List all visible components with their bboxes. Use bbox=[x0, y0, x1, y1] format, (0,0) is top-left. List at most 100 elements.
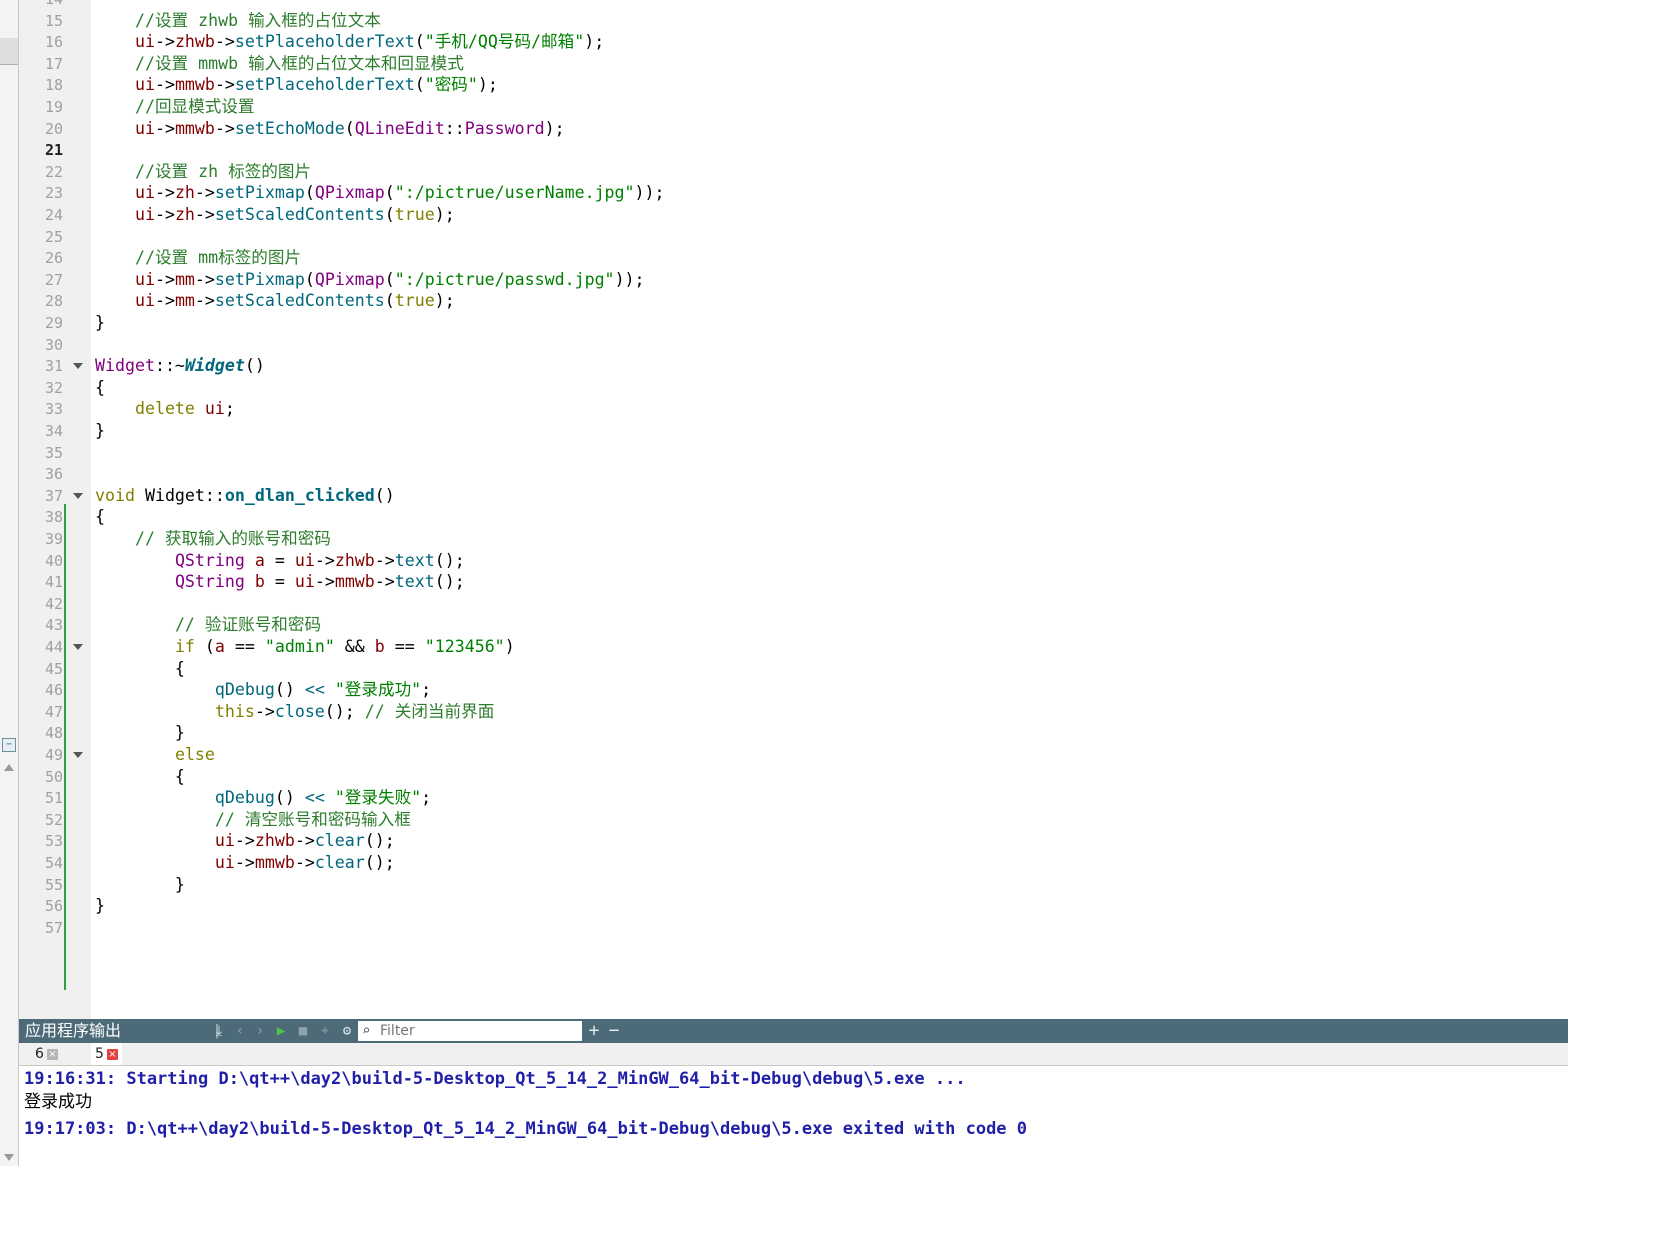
code-line[interactable]: 54 ui->mmwb->clear(); bbox=[19, 852, 1568, 874]
code-line[interactable]: 33 delete ui; bbox=[19, 398, 1568, 420]
line-number: 31 bbox=[44, 357, 63, 376]
line-number: 30 bbox=[44, 335, 63, 354]
line-number: 41 bbox=[44, 573, 63, 592]
code-line[interactable]: 49 else bbox=[19, 744, 1568, 766]
code-line[interactable]: 38 { bbox=[19, 506, 1568, 528]
code-line[interactable]: 40 QString a = ui->zhwb->text(); bbox=[19, 550, 1568, 572]
code-line[interactable]: 50 { bbox=[19, 766, 1568, 788]
code-line[interactable]: 47 this->close(); // 关闭当前界面 bbox=[19, 701, 1568, 723]
line-number: 43 bbox=[44, 616, 63, 635]
fold-arrow-icon[interactable] bbox=[73, 363, 83, 370]
filter-input[interactable] bbox=[380, 1021, 576, 1041]
code-text: } bbox=[95, 313, 105, 332]
line-number: 24 bbox=[44, 206, 63, 224]
code-line[interactable]: 31 Widget::~Widget() bbox=[19, 355, 1568, 377]
line-number: 49 bbox=[44, 746, 63, 764]
code-line[interactable]: 26 //设置 mm标签的图片 bbox=[19, 247, 1568, 269]
code-text: { bbox=[95, 766, 185, 786]
code-line[interactable]: 29} bbox=[19, 312, 1568, 334]
code-line[interactable]: 17 //设置 mmwb 输入框的占位文本和回显模式 bbox=[19, 53, 1568, 75]
code-line[interactable]: 53 ui->zhwb->clear(); bbox=[19, 830, 1568, 852]
attach-icon[interactable]: ⤓ bbox=[209, 1019, 229, 1043]
code-text: ui->mmwb->clear(); bbox=[214, 853, 395, 872]
code-line[interactable]: 22 //设置 zh 标签的图片 bbox=[19, 161, 1568, 183]
code-line[interactable]: 21 bbox=[19, 139, 1568, 161]
code-line[interactable]: 39 // 获取输入的账号和密码 bbox=[19, 528, 1568, 550]
fold-arrow-icon[interactable] bbox=[73, 644, 83, 650]
code-text: ui->mm->setScaledContents(true); bbox=[134, 291, 455, 311]
run-icon[interactable]: ▶ bbox=[271, 1019, 291, 1043]
output-tabs: 6 × 5 × bbox=[19, 1043, 1568, 1066]
code-line[interactable]: 18 ui->mmwb->setPlaceholderText("密码"); bbox=[19, 74, 1568, 96]
code-line[interactable]: 20 ui->mmwb->setEchoMode(QLineEdit::Pass… bbox=[19, 118, 1568, 140]
line-number: 15 bbox=[44, 11, 63, 30]
add-output-button[interactable]: + bbox=[585, 1019, 603, 1043]
previous-item-icon[interactable]: ‹ bbox=[231, 1019, 249, 1043]
code-line[interactable]: 57 bbox=[19, 917, 1568, 939]
code-line[interactable]: 32 { bbox=[19, 377, 1568, 399]
code-text: ui->zh->setScaledContents(true); bbox=[134, 205, 455, 224]
output-line: 19:16:31: Starting D:\qt++\day2\build-5-… bbox=[24, 1069, 966, 1089]
code-line[interactable]: 14 bbox=[19, 0, 1568, 10]
code-line[interactable]: 42 bbox=[19, 593, 1568, 615]
code-line[interactable]: 27 ui->mm->setPixmap(QPixmap(":/pictrue/… bbox=[19, 269, 1568, 291]
output-pane-toolbar: 应用程序输出 | ⤓ ‹ › ▶ ■ ⌖ ⚙ ⌕ + − bbox=[19, 1019, 1568, 1043]
settings-gear-icon[interactable]: ⚙ bbox=[337, 1019, 357, 1043]
line-number: 55 bbox=[44, 875, 63, 894]
tab-output-6[interactable]: 6 × bbox=[33, 1043, 60, 1065]
line-number: 26 bbox=[44, 249, 63, 268]
code-text: QString a = ui->zhwb->text(); bbox=[174, 550, 465, 570]
code-line[interactable]: 41 QString b = ui->mmwb->text(); bbox=[19, 571, 1568, 593]
code-line[interactable]: 15 //设置 zhwb 输入框的占位文本 bbox=[19, 10, 1568, 32]
code-text: } bbox=[95, 421, 105, 440]
code-line[interactable]: 55 } bbox=[19, 874, 1568, 896]
code-line[interactable]: 44 if (a == "admin" && b == "123456") bbox=[19, 636, 1568, 658]
code-text: // 获取输入的账号和密码 bbox=[134, 529, 331, 548]
line-number: 56 bbox=[44, 897, 63, 916]
filter-box[interactable]: ⌕ bbox=[358, 1021, 582, 1041]
code-editor[interactable]: 1415 //设置 zhwb 输入框的占位文本16 ui->zhwb->setP… bbox=[19, 0, 1568, 1019]
code-line[interactable]: 34} bbox=[19, 420, 1568, 442]
close-tab-icon[interactable]: × bbox=[46, 1048, 58, 1060]
next-item-icon[interactable]: › bbox=[251, 1019, 269, 1043]
code-line[interactable]: 52 // 清空账号和密码输入框 bbox=[19, 809, 1568, 831]
rail-scroll-handle[interactable] bbox=[0, 38, 18, 65]
close-tab-icon[interactable]: × bbox=[106, 1048, 118, 1060]
code-text: { bbox=[95, 377, 105, 397]
code-line[interactable]: 37 void Widget::on_dlan_clicked() bbox=[19, 485, 1568, 507]
scroll-down-arrow-icon[interactable] bbox=[4, 1154, 14, 1161]
output-line: 登录成功 bbox=[24, 1092, 92, 1112]
fold-arrow-icon[interactable] bbox=[73, 752, 83, 758]
code-line[interactable]: 24 ui->zh->setScaledContents(true); bbox=[19, 204, 1568, 226]
remove-output-button[interactable]: − bbox=[605, 1019, 623, 1043]
code-text: //设置 mmwb 输入框的占位文本和回显模式 bbox=[134, 53, 464, 73]
line-number: 16 bbox=[44, 33, 63, 52]
code-line[interactable]: 45 { bbox=[19, 658, 1568, 680]
application-output-text[interactable]: 19:16:31: Starting D:\qt++\day2\build-5-… bbox=[19, 1066, 1568, 1166]
code-line[interactable]: 43 // 验证账号和密码 bbox=[19, 614, 1568, 636]
code-text: ui->mmwb->setPlaceholderText("密码"); bbox=[134, 75, 498, 95]
line-number: 23 bbox=[44, 184, 63, 203]
line-number: 34 bbox=[44, 422, 63, 440]
debug-attach-icon[interactable]: ⌖ bbox=[315, 1019, 335, 1043]
line-number: 39 bbox=[44, 530, 63, 548]
code-line[interactable]: 46 qDebug() << "登录成功"; bbox=[19, 679, 1568, 701]
code-line[interactable]: 35 bbox=[19, 442, 1568, 464]
code-line[interactable]: 23 ui->zh->setPixmap(QPixmap(":/pictrue/… bbox=[19, 182, 1568, 204]
code-line[interactable]: 51 qDebug() << "登录失败"; bbox=[19, 787, 1568, 809]
collapse-pane-icon[interactable]: − bbox=[2, 738, 16, 752]
scroll-up-arrow-icon[interactable] bbox=[4, 764, 14, 771]
code-line[interactable]: 25 bbox=[19, 226, 1568, 248]
code-line[interactable]: 36 bbox=[19, 463, 1568, 485]
code-line[interactable]: 30 bbox=[19, 334, 1568, 356]
stop-icon[interactable]: ■ bbox=[293, 1019, 313, 1043]
code-text: Widget::~Widget() bbox=[95, 356, 265, 376]
code-line[interactable]: 28 ui->mm->setScaledContents(true); bbox=[19, 290, 1568, 312]
code-line[interactable]: 56} bbox=[19, 895, 1568, 917]
code-line[interactable]: 19 //回显模式设置 bbox=[19, 96, 1568, 118]
line-number: 29 bbox=[44, 314, 63, 332]
code-line[interactable]: 48 } bbox=[19, 722, 1568, 744]
code-line[interactable]: 16 ui->zhwb->setPlaceholderText("手机/QQ号码… bbox=[19, 31, 1568, 53]
fold-arrow-icon[interactable] bbox=[73, 492, 83, 499]
tab-output-5[interactable]: 5 × bbox=[91, 1043, 122, 1065]
